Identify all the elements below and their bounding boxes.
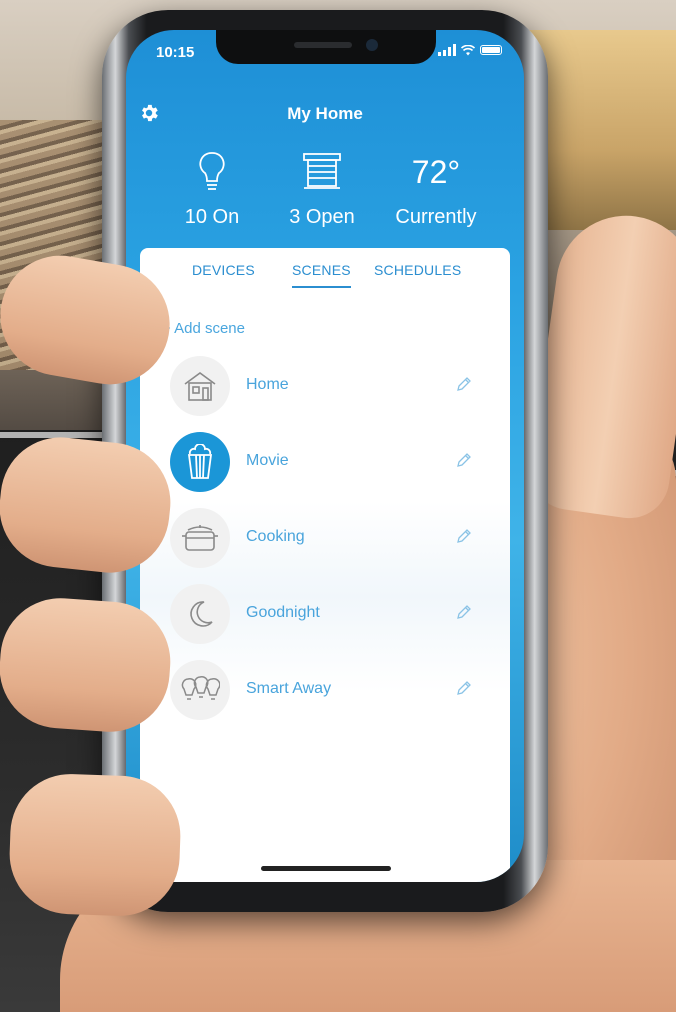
wifi-icon: [461, 44, 475, 56]
lights-on-label: 10 On: [184, 206, 240, 228]
tab-bar: DEVICES SCENES SCHEDULES: [140, 262, 510, 292]
lightbulb-icon: [152, 148, 272, 196]
scene-item-movie[interactable]: Movie: [140, 424, 510, 494]
scene-item-cooking[interactable]: Cooking: [140, 500, 510, 570]
temperature-value: 72°: [411, 154, 461, 190]
tab-scenes[interactable]: SCENES: [292, 262, 351, 288]
pencil-icon[interactable]: [456, 680, 472, 696]
front-camera: [366, 39, 378, 51]
scene-name: Cooking: [246, 528, 305, 545]
pencil-icon[interactable]: [456, 528, 472, 544]
status-time: 10:15: [156, 44, 195, 61]
pencil-icon[interactable]: [456, 376, 472, 392]
temperature-stat[interactable]: 72° Currently: [376, 148, 496, 229]
speaker-grille: [294, 42, 352, 48]
scene-name: Movie: [246, 452, 289, 469]
window-blinds-icon: [262, 148, 382, 196]
house-icon: [170, 356, 230, 416]
scene-name: Smart Away: [246, 680, 332, 697]
lights-on-stat[interactable]: 10 On: [152, 148, 272, 229]
popcorn-icon: [170, 432, 230, 492]
phone-screen: 10:15 My Home 10 On 3 Open 72° Currently…: [126, 30, 524, 882]
hand-finger: [7, 772, 183, 918]
scene-name: Goodnight: [246, 604, 320, 621]
status-icons: [438, 44, 502, 56]
scene-item-home[interactable]: Home: [140, 348, 510, 418]
tab-devices[interactable]: DEVICES: [192, 262, 255, 286]
phone-notch: [216, 30, 436, 64]
pencil-icon[interactable]: [456, 604, 472, 620]
pencil-icon[interactable]: [456, 452, 472, 468]
hand-finger: [0, 594, 175, 736]
scenes-panel: DEVICES SCENES SCHEDULES + Add scene Hom…: [140, 248, 510, 882]
scene-item-smart-away[interactable]: Smart Away: [140, 652, 510, 722]
lightbulbs-icon: [170, 660, 230, 720]
blinds-open-label: 3 Open: [289, 206, 355, 228]
blinds-open-stat[interactable]: 3 Open: [262, 148, 382, 229]
page-title: My Home: [287, 104, 363, 123]
home-stats: 10 On 3 Open 72° Currently: [126, 148, 524, 238]
cooking-pot-icon: [170, 508, 230, 568]
tab-schedules[interactable]: SCHEDULES: [374, 262, 461, 286]
scene-name: Home: [246, 376, 289, 393]
signal-icon: [438, 44, 456, 56]
battery-icon: [480, 45, 502, 55]
scene-item-goodnight[interactable]: Goodnight: [140, 576, 510, 646]
moon-icon: [170, 584, 230, 644]
temperature-label: Currently: [395, 206, 477, 228]
home-indicator[interactable]: [261, 866, 391, 871]
add-scene-button[interactable]: + Add scene: [162, 320, 245, 337]
